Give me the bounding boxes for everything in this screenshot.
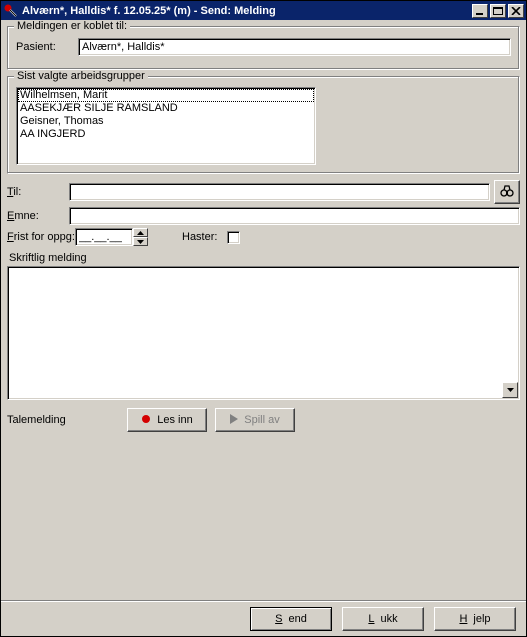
send-button[interactable]: Send — [250, 607, 332, 631]
lookup-button[interactable] — [494, 180, 520, 204]
window: Alværn*, Halldis* f. 12.05.25* (m) - Sen… — [0, 0, 527, 637]
record-icon — [141, 414, 151, 427]
message-section-label: Skriftlig melding — [9, 252, 520, 264]
help-button[interactable]: Hjelp — [434, 607, 516, 631]
play-button[interactable]: Spill av — [215, 408, 295, 432]
group-linked-to: Meldingen er koblet til: Pasient: — [7, 26, 520, 70]
to-label: Til: — [7, 186, 69, 198]
play-icon — [230, 414, 238, 427]
urgent-checkbox[interactable] — [227, 231, 240, 244]
play-button-label: Spill av — [244, 414, 279, 426]
button-bar: Send Lukk Hjelp — [1, 600, 526, 636]
record-button[interactable]: Les inn — [127, 408, 207, 432]
urgent-label: Haster: — [182, 231, 217, 243]
list-item[interactable]: Wilhelmsen, Marit — [18, 89, 314, 102]
deadline-down-button[interactable] — [133, 237, 148, 246]
group-workgroups-legend: Sist valgte arbeidsgrupper — [14, 70, 148, 82]
deadline-up-button[interactable] — [133, 228, 148, 237]
group-workgroups: Sist valgte arbeidsgrupper Wilhelmsen, M… — [7, 76, 520, 174]
app-icon — [4, 4, 18, 18]
close-dialog-button[interactable]: Lukk — [342, 607, 424, 631]
to-field[interactable] — [69, 183, 490, 201]
deadline-field[interactable] — [75, 228, 133, 246]
patient-label: Pasient: — [16, 41, 78, 53]
patient-field[interactable] — [78, 38, 511, 56]
deadline-spinner — [75, 228, 148, 246]
binoculars-icon — [500, 185, 514, 200]
close-button[interactable] — [508, 4, 524, 18]
workgroups-listbox[interactable]: Wilhelmsen, Marit AASEKJÆR SILJE RAMSLAN… — [16, 87, 316, 165]
scroll-down-button[interactable] — [502, 382, 518, 398]
list-item[interactable]: Geisner, Thomas — [18, 115, 314, 128]
list-item[interactable]: AA INGJERD — [18, 128, 314, 141]
message-textarea[interactable] — [7, 266, 520, 400]
minimize-button[interactable] — [472, 4, 488, 18]
titlebar: Alværn*, Halldis* f. 12.05.25* (m) - Sen… — [1, 1, 526, 20]
maximize-button[interactable] — [490, 4, 506, 18]
voice-section-label: Talemelding — [7, 414, 127, 426]
list-item[interactable]: AASEKJÆR SILJE RAMSLAND — [18, 102, 314, 115]
subject-field[interactable] — [69, 207, 520, 225]
window-title: Alværn*, Halldis* f. 12.05.25* (m) - Sen… — [22, 5, 470, 17]
record-button-label: Les inn — [157, 414, 192, 426]
group-linked-legend: Meldingen er koblet til: — [14, 20, 130, 32]
subject-label: Emne: — [7, 210, 69, 222]
client-area: Meldingen er koblet til: Pasient: Sist v… — [1, 20, 526, 636]
deadline-label: Frist for oppg: — [7, 231, 75, 243]
